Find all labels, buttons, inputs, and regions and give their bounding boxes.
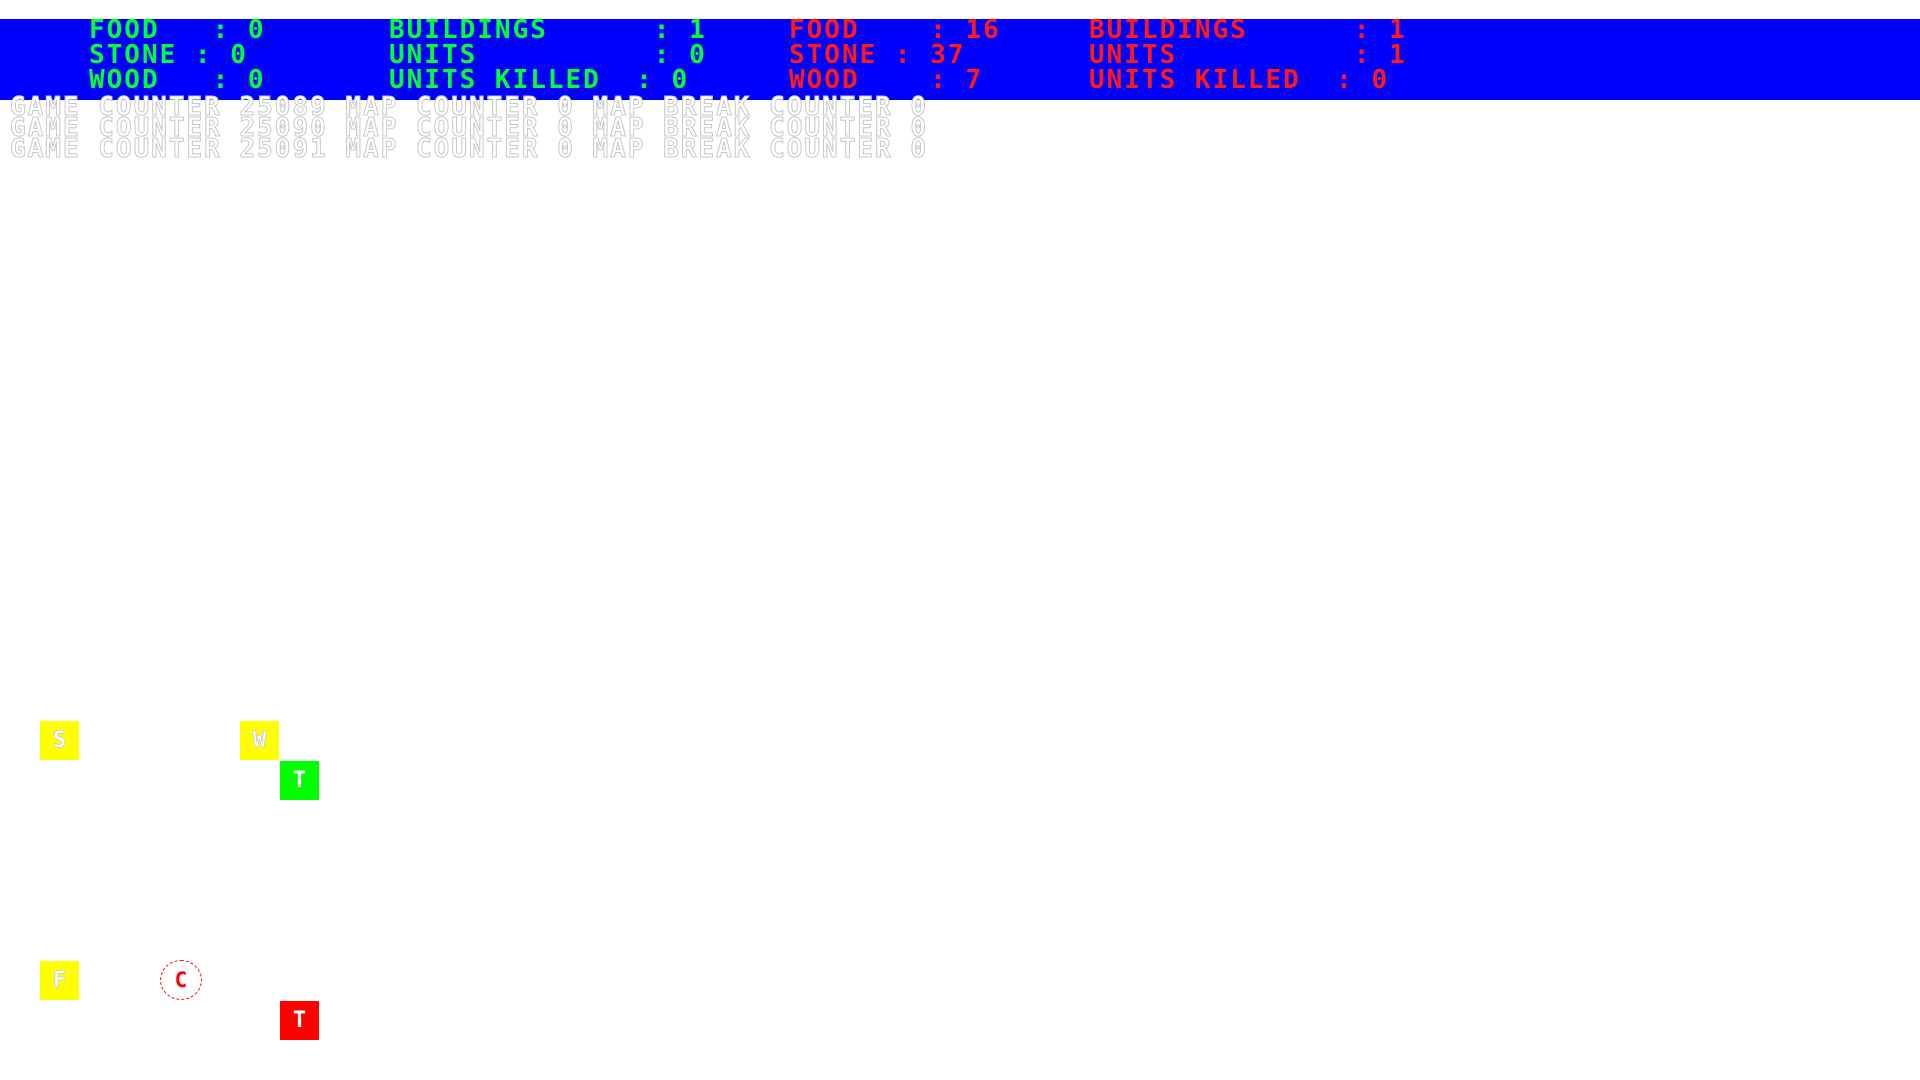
red-wood: WOOD : 7: [789, 65, 984, 95]
resource-hud: FOOD : 0 STONE : 0 WOOD : 0 BUILDINGS : …: [0, 17, 1920, 100]
stone-resource-tile[interactable]: S: [40, 721, 79, 760]
red-unit[interactable]: C: [160, 960, 202, 1000]
red-units-killed: UNITS KILLED : 0: [1089, 65, 1390, 95]
green-units-killed: UNITS KILLED : 0: [389, 65, 690, 95]
game-screen: FOOD : 0 STONE : 0 WOOD : 0 BUILDINGS : …: [0, 0, 1920, 1080]
wood-resource-tile[interactable]: W: [240, 721, 279, 760]
food-resource-tile[interactable]: F: [40, 961, 79, 1000]
red-town-center[interactable]: T: [280, 1001, 319, 1040]
green-town-center[interactable]: T: [280, 761, 319, 800]
game-counter-line: GAME COUNTER 25091 MAP COUNTER 0 MAP BRE…: [10, 134, 928, 164]
green-wood: WOOD : 0: [89, 65, 266, 95]
